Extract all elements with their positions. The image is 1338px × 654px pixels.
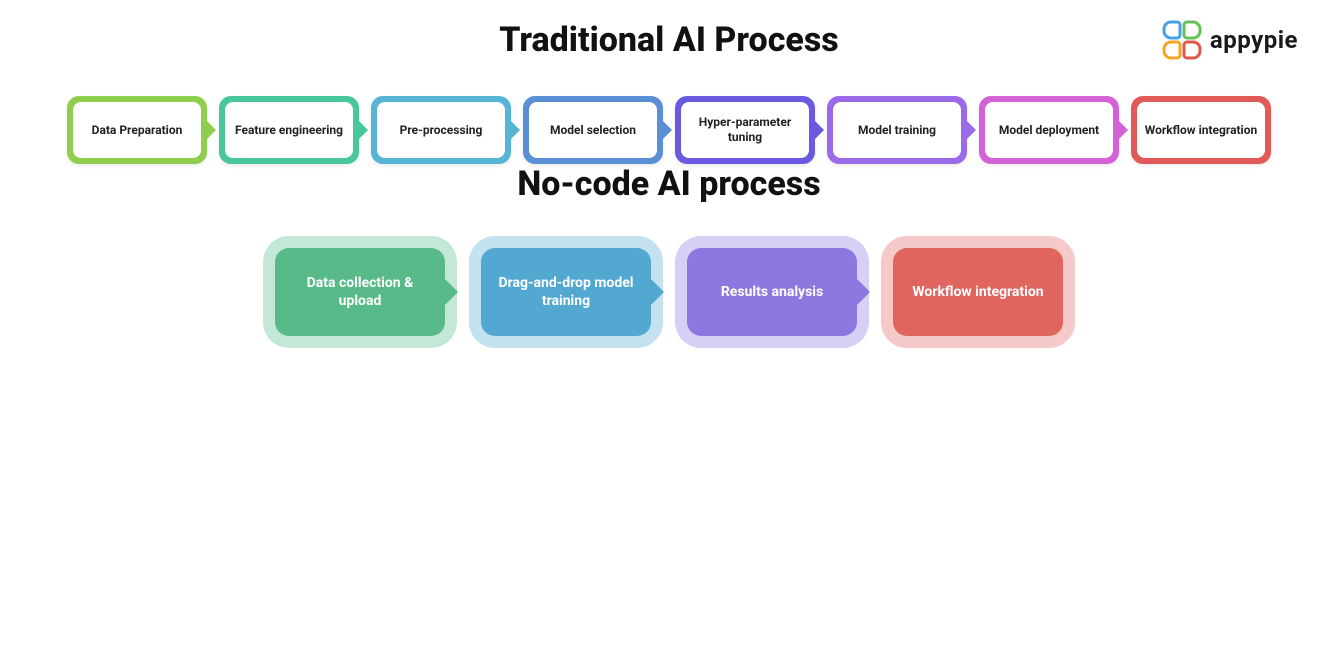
traditional-step: Hyper-parameter tuning: [675, 96, 815, 164]
step-label: Hyper-parameter tuning: [681, 102, 809, 158]
title-nocode: No-code AI process: [40, 164, 1298, 204]
nocode-flow: Data collection & upload Drag-and-drop mo…: [40, 248, 1298, 336]
title-traditional: Traditional AI Process: [40, 20, 1298, 60]
nocode-step: Workflow integration: [893, 248, 1063, 336]
flow-arrow-icon: [813, 119, 824, 141]
traditional-step: Feature engineering: [219, 96, 359, 164]
traditional-step: Model deployment: [979, 96, 1119, 164]
step-label: Results analysis: [721, 283, 823, 301]
step-label: Pre-processing: [377, 102, 505, 158]
flow-arrow-icon: [357, 119, 368, 141]
flow-arrow-icon: [1117, 119, 1128, 141]
flow-arrow-icon: [509, 119, 520, 141]
brand-logo: appypie: [1162, 20, 1298, 60]
step-label: Model deployment: [985, 102, 1113, 158]
nocode-step: Drag-and-drop model training: [481, 248, 651, 336]
flow-arrow-icon: [649, 277, 664, 307]
step-label: Data Preparation: [73, 102, 201, 158]
flow-arrow-icon: [855, 277, 870, 307]
nocode-step: Data collection & upload: [275, 248, 445, 336]
flow-arrow-icon: [661, 119, 672, 141]
step-label: Feature engineering: [225, 102, 353, 158]
traditional-flow: Data Preparation Feature engineering Pre-p…: [40, 96, 1298, 164]
traditional-step: Data Preparation: [67, 96, 207, 164]
traditional-step: Model selection: [523, 96, 663, 164]
traditional-step: Pre-processing: [371, 96, 511, 164]
flow-arrow-icon: [205, 119, 216, 141]
brand-logo-icon: [1162, 20, 1202, 60]
nocode-step: Results analysis: [687, 248, 857, 336]
traditional-step: Workflow integration: [1131, 96, 1271, 164]
step-label: Workflow integration: [912, 283, 1043, 301]
step-label: Model training: [833, 102, 961, 158]
traditional-step: Model training: [827, 96, 967, 164]
brand-name: appypie: [1210, 26, 1298, 54]
step-label: Workflow integration: [1137, 102, 1265, 158]
step-label: Drag-and-drop model training: [493, 274, 639, 310]
flow-arrow-icon: [443, 277, 458, 307]
step-label: Data collection & upload: [287, 274, 433, 310]
step-label: Model selection: [529, 102, 657, 158]
flow-arrow-icon: [965, 119, 976, 141]
